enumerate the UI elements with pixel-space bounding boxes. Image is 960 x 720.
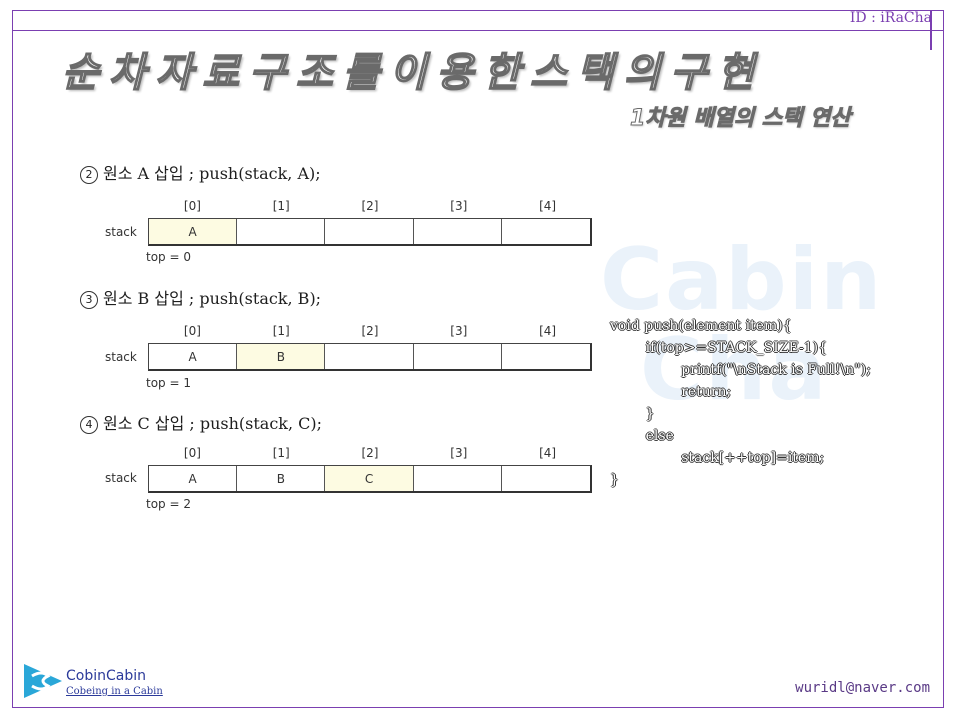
step-number: 4: [80, 416, 98, 434]
array-index-label: [4]: [539, 446, 557, 460]
array-index-label: [4]: [539, 324, 557, 338]
step-number: 3: [80, 291, 98, 309]
push-function-code: void push(element item){ if(top>=STACK_S…: [610, 318, 871, 488]
stack-cell: [325, 344, 414, 369]
stack-cell: [502, 344, 590, 369]
stack-array: ABC: [148, 465, 592, 493]
stack-cell: [502, 466, 590, 491]
array-index-label: [1]: [272, 199, 290, 213]
index-row: [0] [1] [2] [3] [4]: [148, 446, 592, 460]
brand-tagline: Cobeing in a Cabin: [66, 686, 163, 697]
stack-cell: [502, 219, 590, 244]
stack-cell: A: [149, 219, 238, 244]
array-index-label: [0]: [183, 199, 201, 213]
stack-cell: C: [325, 466, 414, 491]
stack-cell: A: [149, 344, 238, 369]
contact-email: wuridl@naver.com: [795, 680, 930, 696]
stack-cell: B: [237, 466, 326, 491]
stack-cell: [237, 219, 326, 244]
array-index-label: [3]: [450, 446, 468, 460]
top-pointer-label: top = 0: [146, 250, 191, 264]
index-row: [0] [1] [2] [3] [4]: [148, 199, 592, 213]
array-index-label: [3]: [450, 199, 468, 213]
stack-label: stack: [105, 350, 137, 364]
top-pointer-label: top = 1: [146, 376, 191, 390]
array-index-label: [1]: [272, 324, 290, 338]
stack-cell: [414, 344, 502, 369]
step-label: 원소 A 삽입 ; push(stack, A);: [103, 164, 321, 183]
header-rule: [12, 30, 944, 31]
stack-label: stack: [105, 225, 137, 239]
index-row: [0] [1] [2] [3] [4]: [148, 324, 592, 338]
top-pointer-label: top = 2: [146, 497, 191, 511]
step-label: 원소 C 삽입 ; push(stack, C);: [103, 414, 323, 433]
step-label: 원소 B 삽입 ; push(stack, B);: [103, 289, 322, 308]
array-index-label: [3]: [450, 324, 468, 338]
array-index-label: [1]: [272, 446, 290, 460]
stack-label: stack: [105, 471, 137, 485]
array-index-label: [4]: [539, 199, 557, 213]
array-index-label: [2]: [361, 199, 379, 213]
stack-cell: A: [149, 466, 238, 491]
stack-cell: B: [237, 344, 326, 369]
step-heading: 4 원소 C 삽입 ; push(stack, C);: [80, 410, 322, 434]
step-heading: 2 원소 A 삽입 ; push(stack, A);: [80, 160, 321, 184]
slide-title: 순차자료구조를이용한스택의구현: [61, 49, 764, 97]
array-index-label: [0]: [183, 324, 201, 338]
stack-array: AB: [148, 343, 592, 371]
slide-subtitle: 1차원 배열의 스택 연산: [629, 106, 851, 132]
step-number: 2: [80, 166, 98, 184]
id-label: ID : iRaCha: [849, 10, 932, 26]
step-heading: 3 원소 B 삽입 ; push(stack, B);: [80, 285, 321, 309]
cobincabin-logo-icon: [24, 664, 62, 698]
array-index-label: [2]: [361, 324, 379, 338]
watermark-line-1: Cabin: [600, 230, 884, 330]
stack-cell: [325, 219, 414, 244]
stack-cell: [414, 219, 502, 244]
array-index-label: [2]: [361, 446, 379, 460]
array-index-label: [0]: [183, 446, 201, 460]
stack-array: A: [148, 218, 592, 246]
brand-name: CobinCabin: [66, 668, 146, 684]
stack-cell: [414, 466, 502, 491]
